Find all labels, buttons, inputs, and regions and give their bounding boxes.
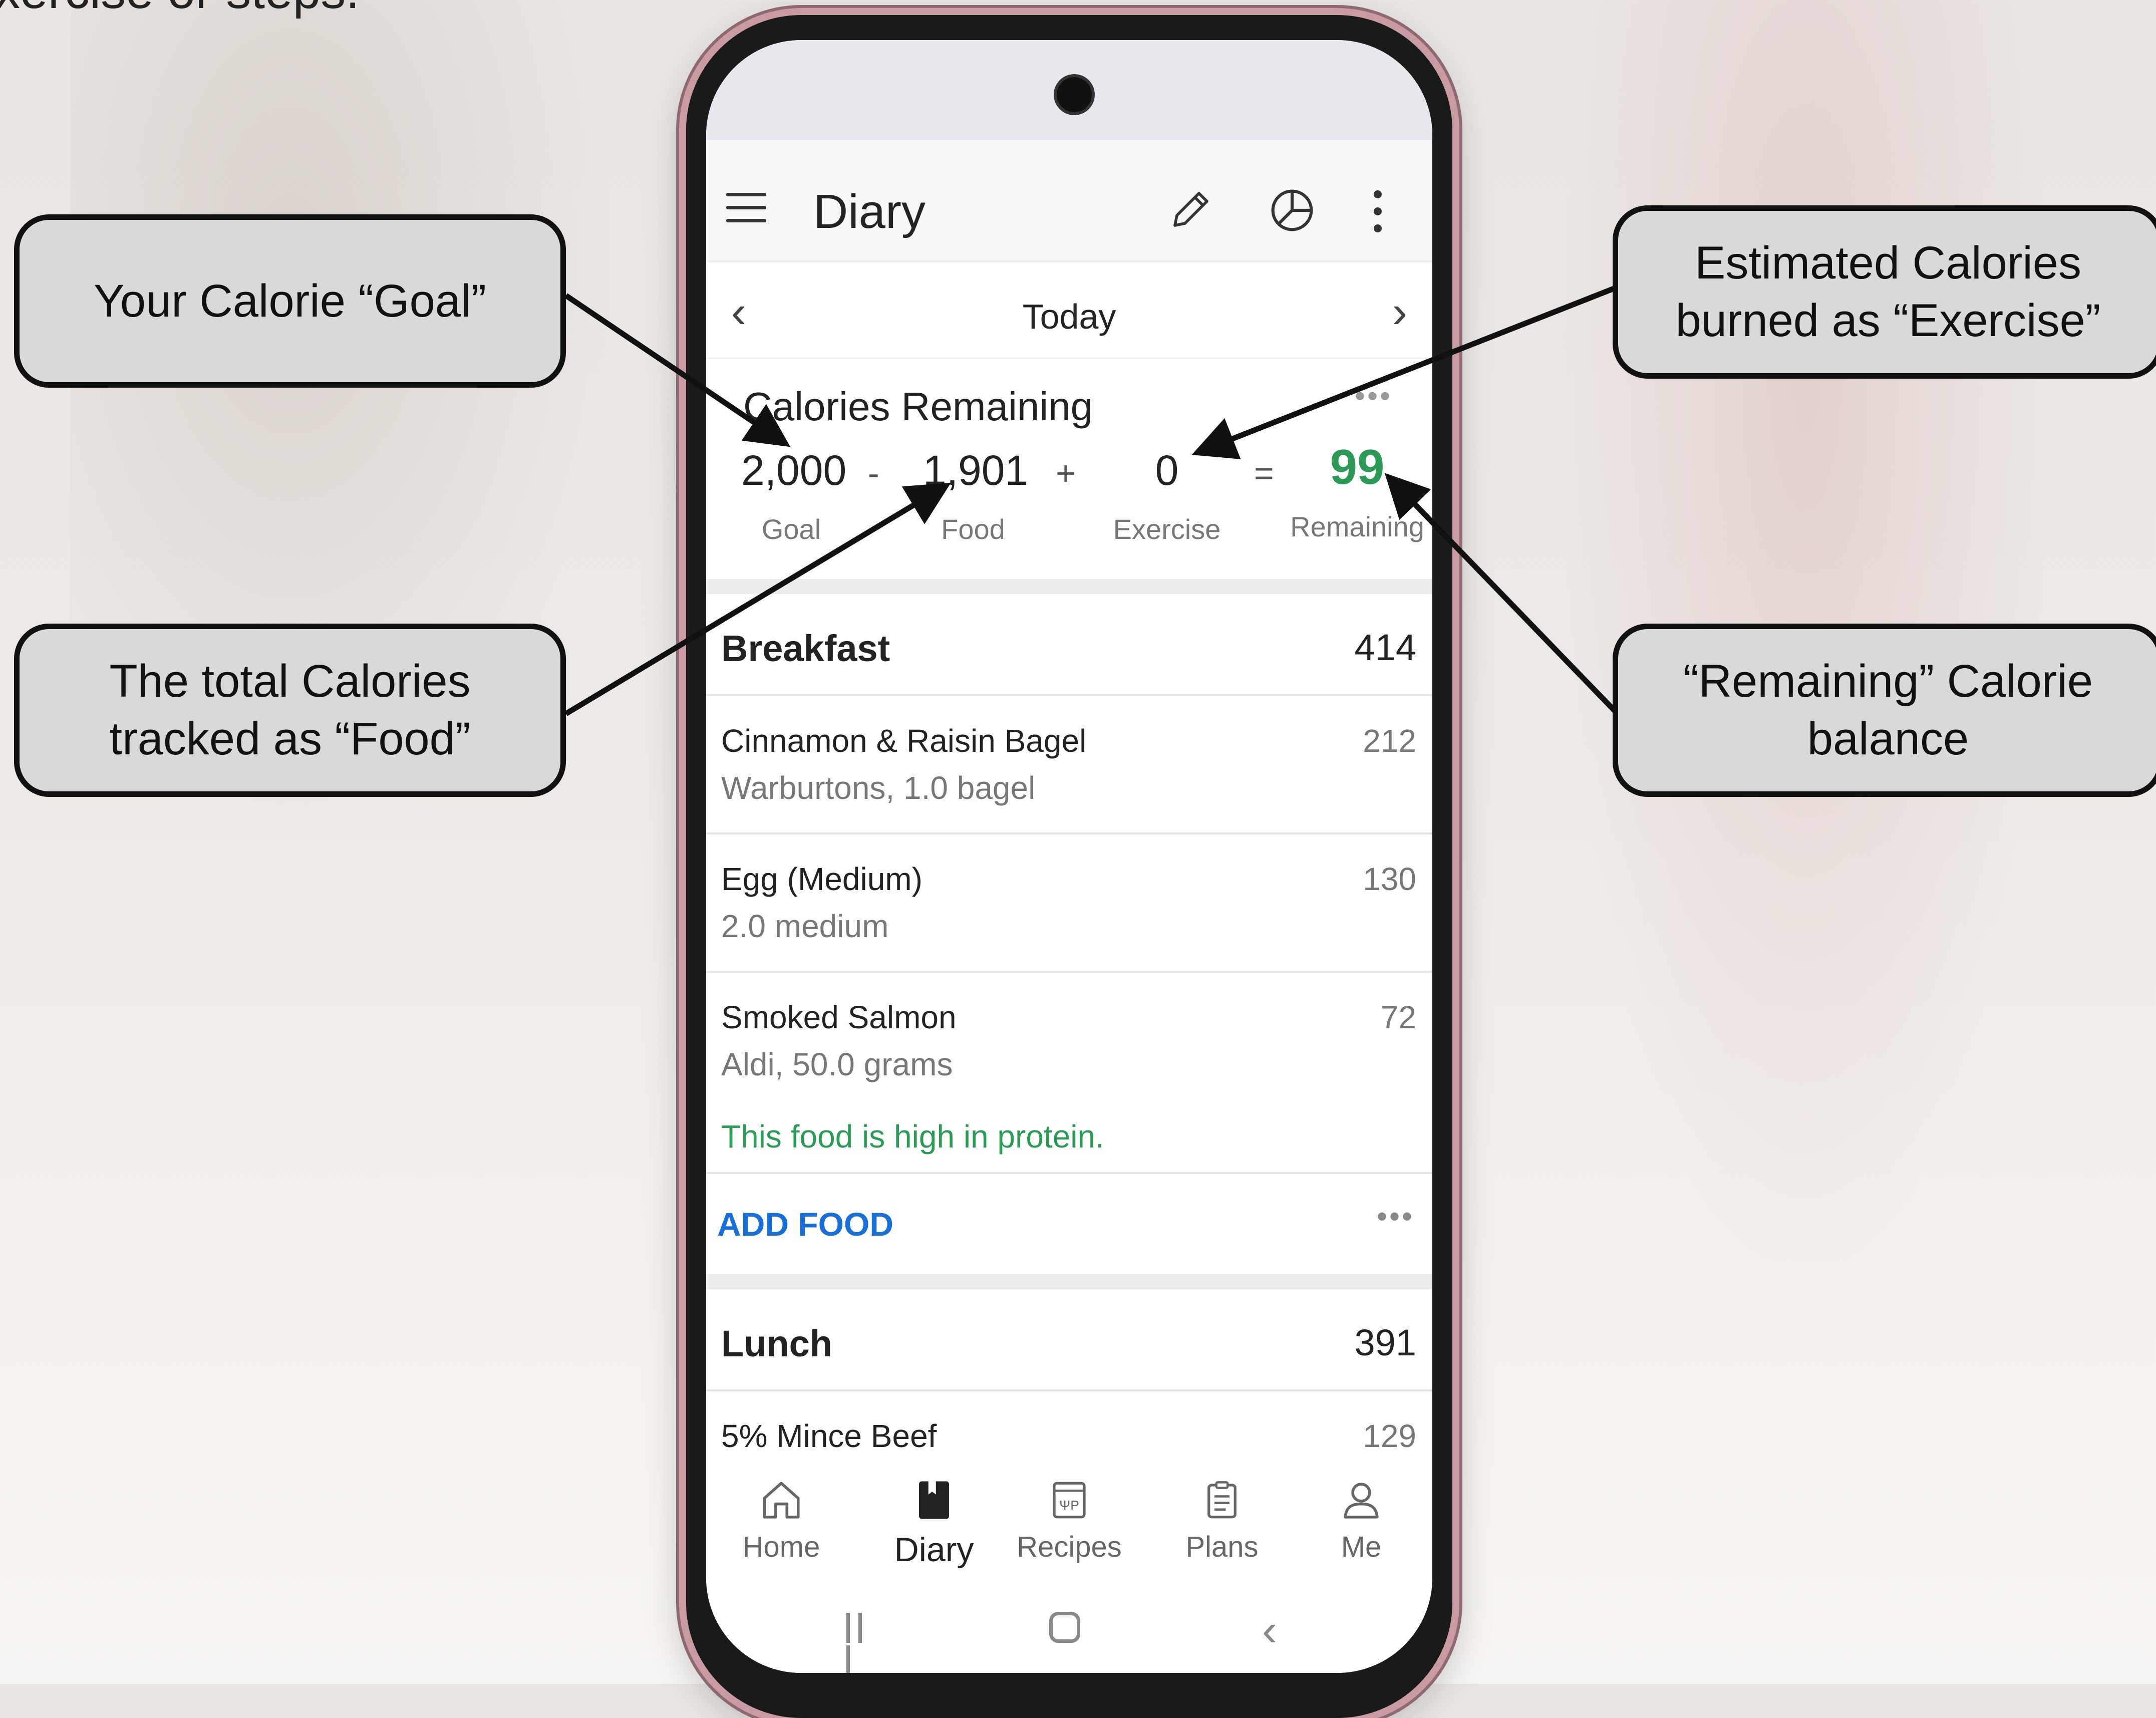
arrow-goal — [564, 293, 791, 447]
arrow-exercise — [1191, 285, 1617, 459]
arrow-remaining — [1384, 473, 1617, 713]
callout-arrows — [564, 285, 1617, 716]
arrow-food — [564, 482, 951, 716]
